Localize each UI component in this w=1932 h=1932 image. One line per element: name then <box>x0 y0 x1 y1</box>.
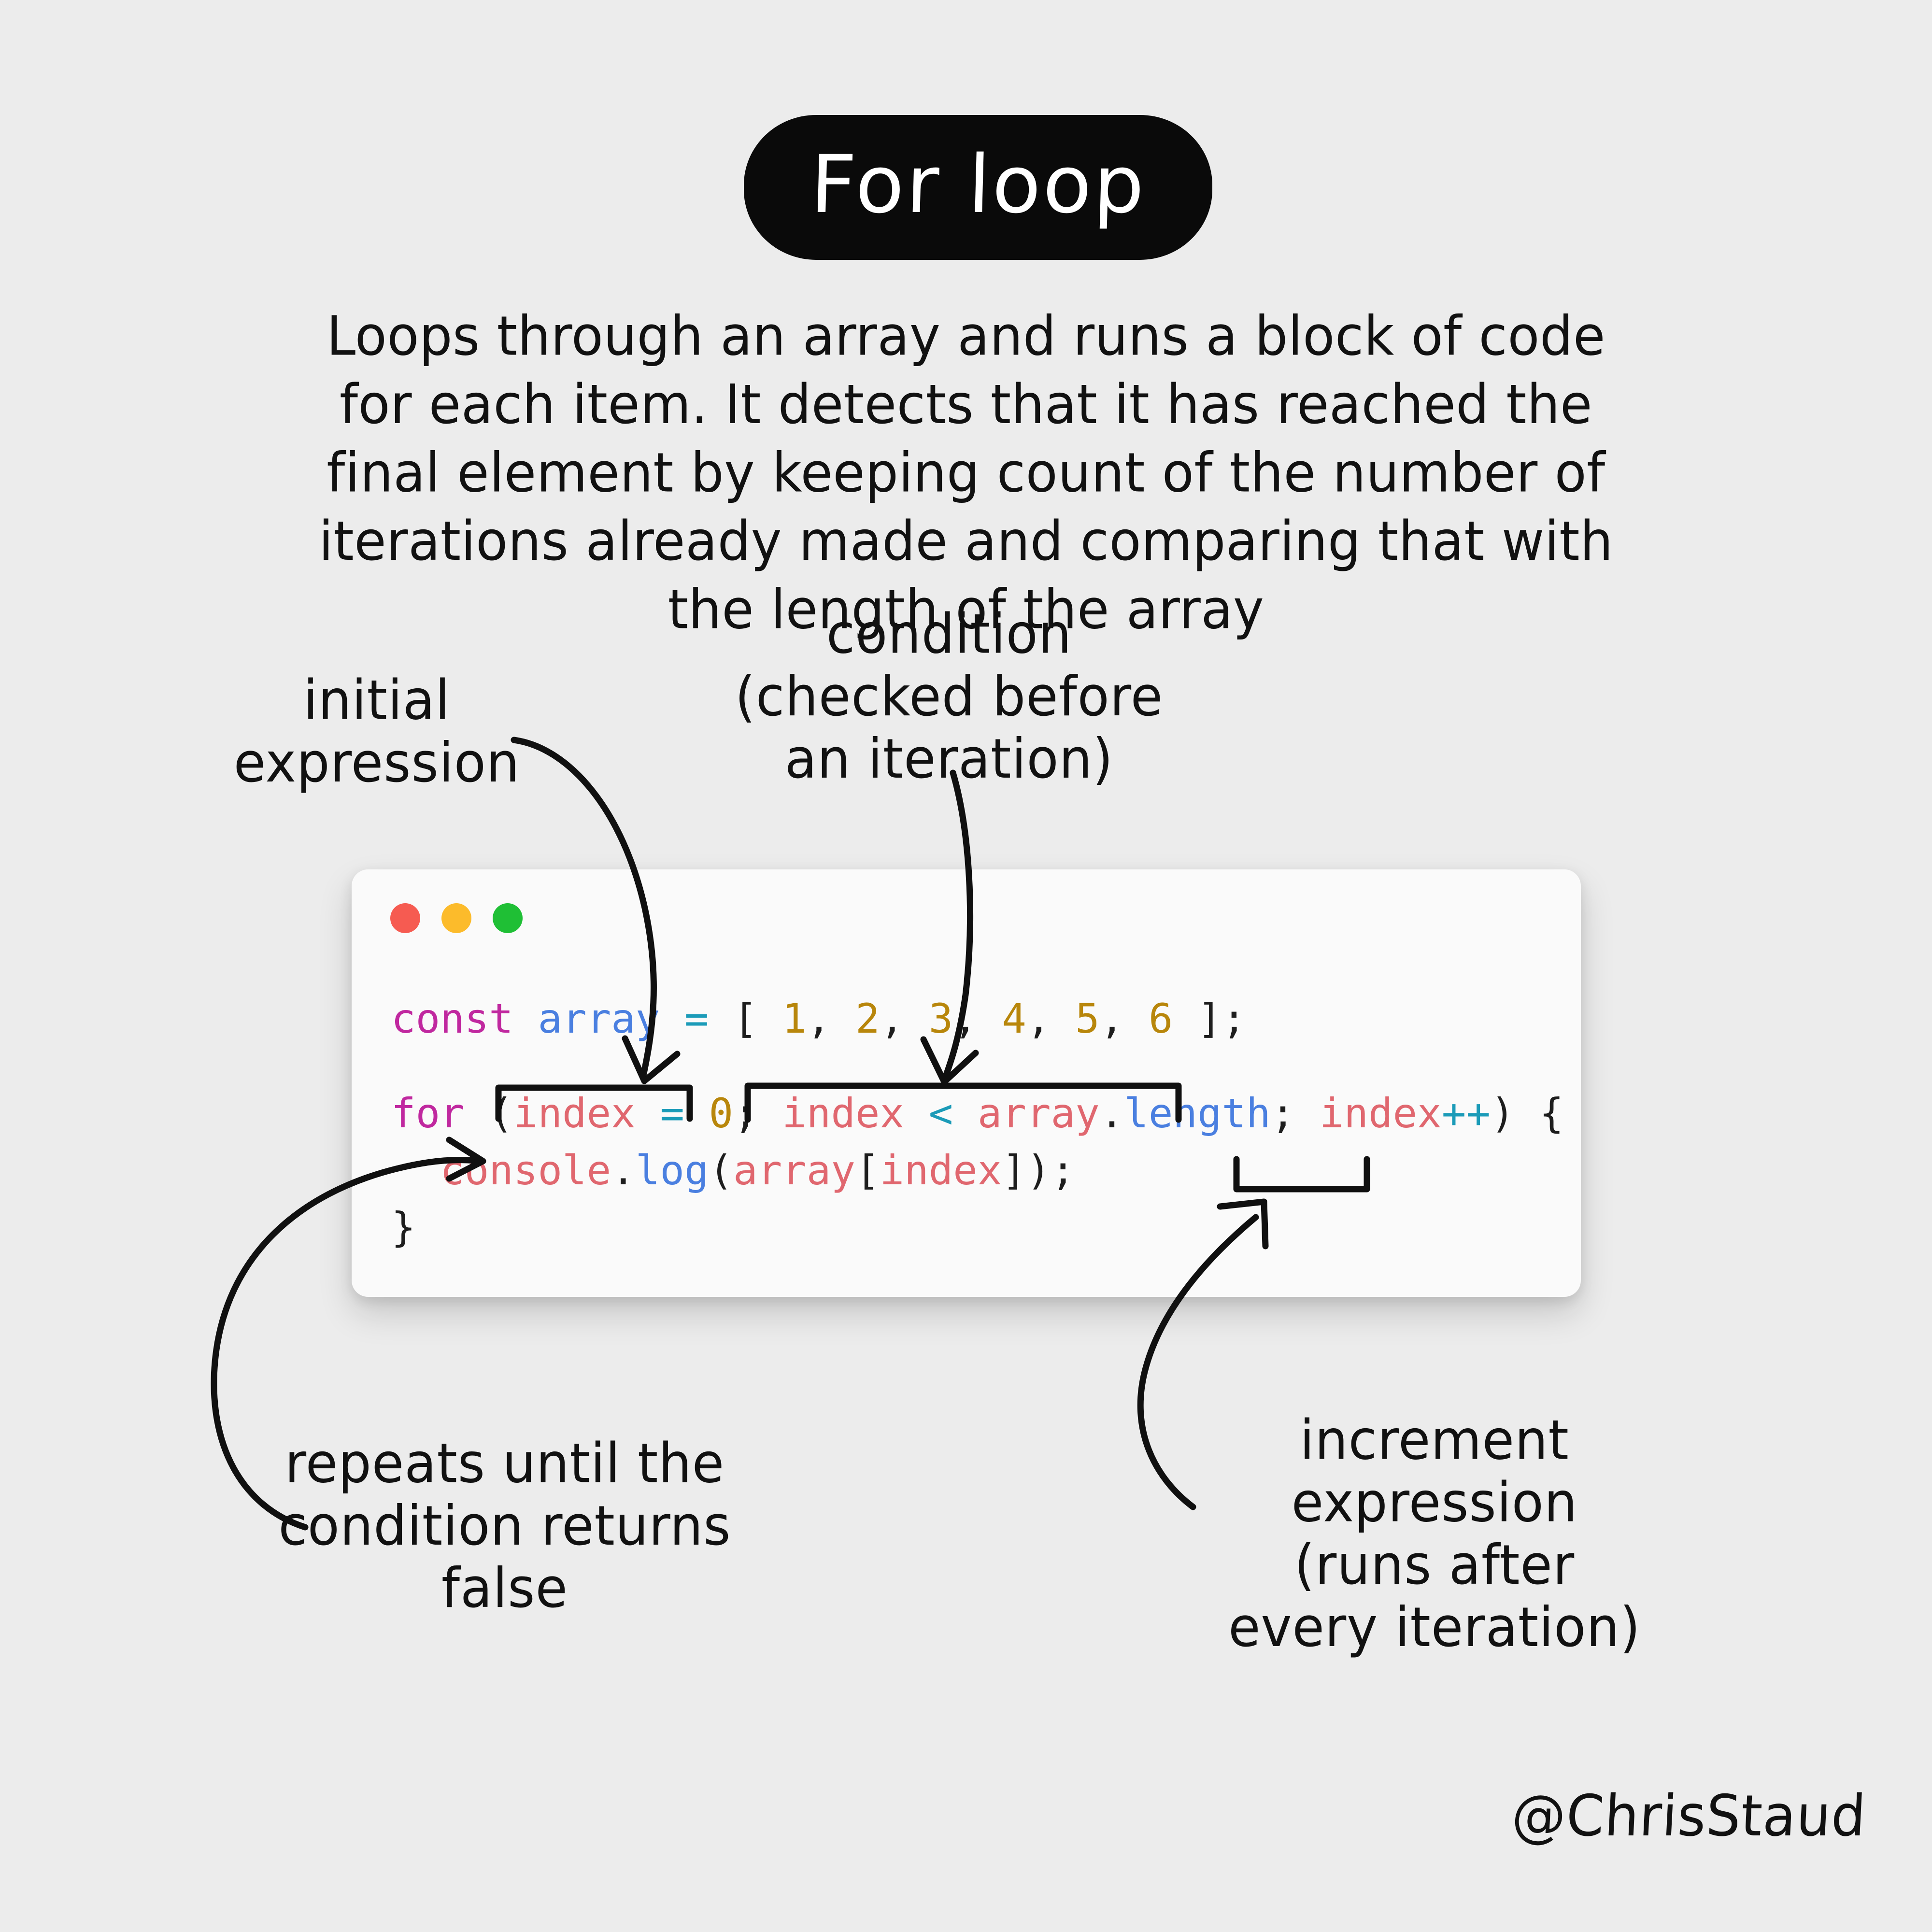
code-token: . <box>611 1147 636 1194</box>
code-token: 2 <box>855 995 880 1042</box>
author-signature: @ChrisStaud <box>1510 1783 1868 1849</box>
code-token: ( <box>464 1090 513 1137</box>
annotation-condition: condition (checked before an iteration) <box>705 603 1193 791</box>
minimize-button-icon[interactable] <box>441 903 471 933</box>
description-text: Loops through an array and runs a block … <box>318 305 1614 641</box>
annotation-line: condition <box>826 602 1072 666</box>
code-token: log <box>635 1147 709 1194</box>
annotation-line: expression <box>1291 1471 1578 1535</box>
code-token: index <box>782 1090 905 1137</box>
code-token: for <box>391 1090 465 1137</box>
code-token: length <box>1124 1090 1271 1137</box>
infographic-canvas: For loop Loops through an array and runs… <box>0 0 1932 1932</box>
annotation-line: repeats until the <box>284 1432 725 1495</box>
code-line-console-log: console.log(array[index]); <box>391 1142 1564 1199</box>
code-block: const array = [ 1, 2, 3, 4, 5, 6 ]; for (… <box>391 990 1564 1256</box>
code-token: , <box>1026 995 1051 1042</box>
annotation-line: initial <box>303 668 450 733</box>
code-token: . <box>1099 1090 1124 1137</box>
code-token: [ <box>733 995 758 1042</box>
code-token: const <box>391 995 513 1042</box>
code-token: ( <box>709 1147 734 1194</box>
page-title: For loop <box>809 138 1148 231</box>
code-token: index <box>1319 1090 1442 1137</box>
annotation-line: (checked before <box>735 665 1164 729</box>
code-token: ]); <box>1002 1147 1076 1194</box>
code-line-for-statement: for (index = 0; index < array.length; in… <box>391 1085 1564 1142</box>
code-token: , <box>806 995 831 1042</box>
code-token: < <box>928 1090 953 1137</box>
annotation-line: false <box>441 1557 568 1620</box>
annotation-line: an iteration) <box>784 727 1114 791</box>
code-token: array <box>733 1147 855 1194</box>
code-token: index <box>513 1090 636 1137</box>
code-token: ) { <box>1490 1090 1564 1137</box>
code-token: 1 <box>782 995 807 1042</box>
code-token: 5 <box>1075 995 1100 1042</box>
code-token: 4 <box>1002 995 1026 1042</box>
code-token: ; <box>733 1090 782 1137</box>
title-pill: For loop <box>744 115 1212 260</box>
window-controls <box>390 903 523 933</box>
code-window: const array = [ 1, 2, 3, 4, 5, 6 ]; for (… <box>352 869 1581 1297</box>
close-button-icon[interactable] <box>390 903 420 933</box>
code-token: = <box>684 995 709 1042</box>
code-token: ++ <box>1441 1090 1491 1137</box>
code-token: , <box>880 995 905 1042</box>
code-token: console <box>440 1147 611 1194</box>
code-token: = <box>660 1090 684 1137</box>
code-token: , <box>953 995 978 1042</box>
annotation-line: increment <box>1300 1408 1569 1472</box>
annotation-repeats-until: repeats until the condition returns false <box>261 1433 749 1620</box>
code-token: ; <box>1270 1090 1320 1137</box>
code-token: [ <box>855 1147 880 1194</box>
code-line-closing-brace: } <box>391 1199 1564 1256</box>
code-token: 6 <box>1148 995 1173 1042</box>
code-token: } <box>391 1204 416 1251</box>
code-token: 3 <box>928 995 953 1042</box>
annotation-line: every iteration) <box>1228 1596 1641 1660</box>
annotation-increment-expression: increment expression (runs after every iter… <box>1208 1409 1662 1659</box>
code-token: , <box>1099 995 1124 1042</box>
annotation-line: expression <box>233 731 520 795</box>
annotation-line: condition returns <box>278 1494 731 1558</box>
code-token: index <box>880 1147 1002 1194</box>
maximize-button-icon[interactable] <box>493 903 523 933</box>
code-token: array <box>538 995 660 1042</box>
annotation-initial-expression: initial expression <box>208 669 546 795</box>
code-line-declaration: const array = [ 1, 2, 3, 4, 5, 6 ]; <box>391 990 1564 1047</box>
code-token: array <box>977 1090 1100 1137</box>
annotation-line: (runs after <box>1294 1534 1575 1597</box>
code-token: ]; <box>1197 995 1247 1042</box>
code-token: 0 <box>709 1090 734 1137</box>
